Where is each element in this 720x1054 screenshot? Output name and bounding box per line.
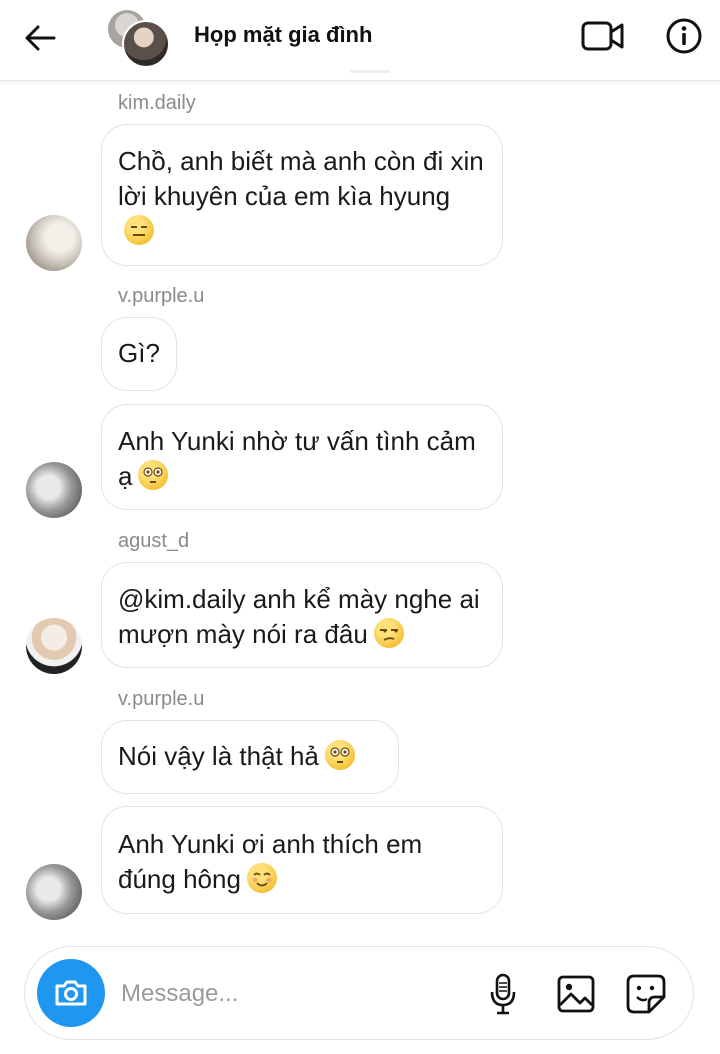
info-icon [666, 18, 702, 54]
message-bubble[interactable]: Anh Yunki ơi anh thích em đúng hông [101, 806, 503, 914]
camera-button[interactable] [37, 959, 105, 1027]
expressionless-face-icon [124, 215, 154, 245]
microphone-icon [490, 973, 516, 1015]
info-button[interactable] [662, 16, 706, 56]
avatar[interactable] [26, 215, 82, 271]
message-input[interactable] [119, 969, 463, 1019]
arrow-left-icon [25, 25, 56, 51]
message-sender: v.purple.u [118, 285, 205, 307]
message-bubble[interactable]: Gì? [101, 317, 177, 391]
message-bubble[interactable]: @kim.daily anh kể mày nghe ai mượn mày n… [101, 562, 503, 668]
avatar[interactable] [26, 618, 82, 674]
group-avatar[interactable] [106, 8, 170, 68]
chat-screen: Họp mặt gia đình kim.daily Chồ, anh biết… [0, 0, 720, 1054]
sticker-icon [626, 974, 666, 1014]
message-text: @kim.daily anh kể mày nghe ai mượn mày n… [118, 584, 480, 649]
flushed-face-icon [138, 460, 169, 490]
message-text: Anh Yunki nhờ tư vấn tình cảm ạ [118, 426, 476, 491]
smiling-face-icon [246, 863, 277, 893]
video-camera-icon [581, 21, 624, 51]
video-call-button[interactable] [578, 16, 628, 56]
back-button[interactable] [18, 18, 62, 58]
message-sender: v.purple.u [118, 688, 205, 710]
avatar [122, 20, 170, 68]
avatar[interactable] [26, 462, 82, 518]
message-sender: kim.daily [118, 92, 196, 114]
microphone-button[interactable] [483, 971, 523, 1017]
unamused-face-icon [373, 618, 404, 648]
gallery-button[interactable] [553, 971, 599, 1017]
camera-icon [55, 980, 87, 1006]
message-sender: agust_d [118, 530, 190, 552]
message-bubble[interactable]: Chồ, anh biết mà anh còn đi xin lời khuy… [101, 124, 503, 266]
image-icon [557, 975, 595, 1013]
avatar[interactable] [26, 864, 82, 920]
message-bubble[interactable]: Anh Yunki nhờ tư vấn tình cảm ạ [101, 404, 503, 510]
message-text: Chồ, anh biết mà anh còn đi xin lời khuy… [118, 146, 484, 211]
chat-header: Họp mặt gia đình [0, 0, 720, 81]
sticker-button[interactable] [623, 971, 669, 1017]
chat-title[interactable]: Họp mặt gia đình [194, 22, 372, 48]
flushed-face-icon [324, 740, 355, 770]
message-text: Nói vậy là thật hả [118, 741, 319, 771]
message-composer [24, 946, 694, 1040]
message-bubble[interactable]: Nói vậy là thật hả [101, 720, 399, 794]
message-text: Gì? [118, 338, 160, 368]
divider [350, 70, 390, 73]
